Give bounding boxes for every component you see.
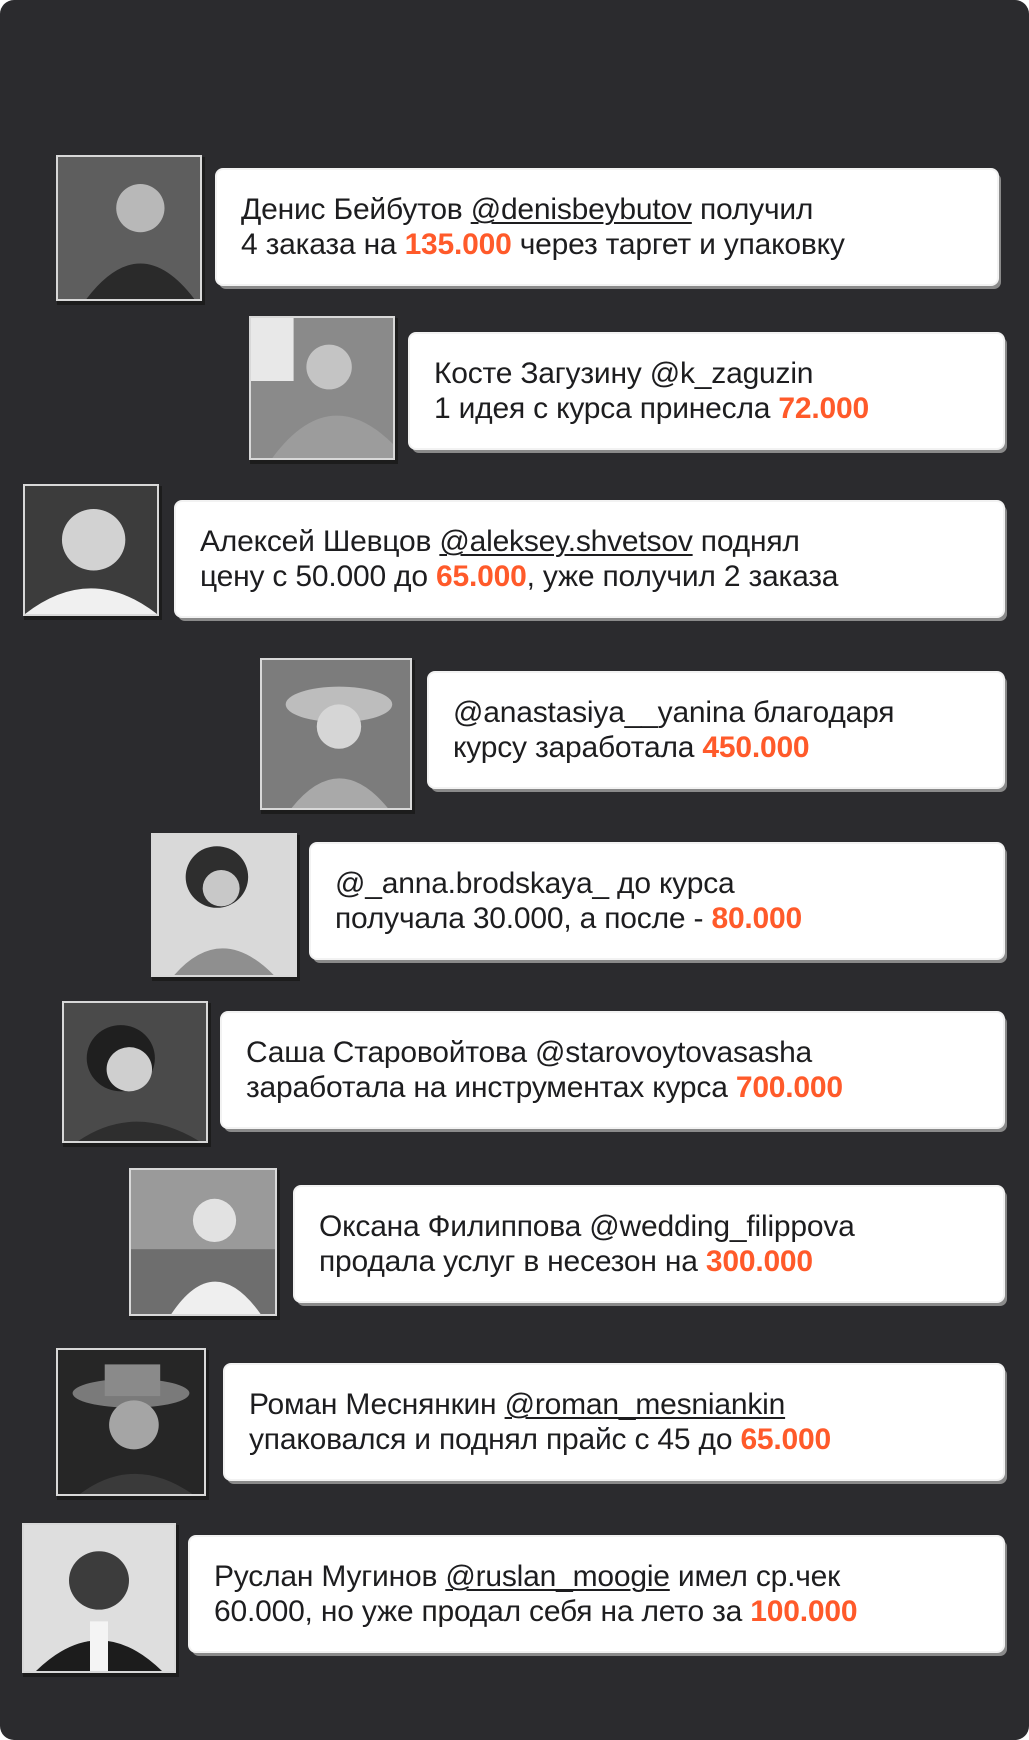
instagram-handle-link[interactable]: @denisbeybutov xyxy=(471,193,692,226)
instagram-handle-link[interactable]: @ruslan_moogie xyxy=(445,1560,670,1593)
portrait-photo xyxy=(58,1350,204,1494)
testimonial-text: Роман Меснянкин @roman_mesniankin упаков… xyxy=(249,1388,831,1456)
testimonial-text: Оксана Филиппова @wedding_filippova прод… xyxy=(319,1210,855,1278)
portrait-photo xyxy=(64,1003,206,1141)
portrait-photo xyxy=(58,157,200,299)
testimonial-text: @_anna.brodskaya_ до курса получала 30.0… xyxy=(335,867,803,935)
earnings-amount: 300.000 xyxy=(705,1245,813,1278)
earnings-amount: 80.000 xyxy=(711,902,803,935)
testimonial-text: Руслан Мугинов @ruslan_moogie имел ср.че… xyxy=(214,1560,858,1628)
portrait-photo xyxy=(131,1170,275,1314)
instagram-handle-link[interactable]: @k_zaguzin xyxy=(650,357,814,390)
portrait-photo xyxy=(25,486,157,614)
instagram-handle-link[interactable]: @starovoytovasasha xyxy=(535,1036,812,1069)
portrait-photo xyxy=(262,660,410,808)
instagram-handle-link[interactable]: @wedding_filippova xyxy=(589,1210,855,1243)
testimonial-card: @anastasiya__yanina благодаря курсу зара… xyxy=(429,673,1003,787)
earnings-amount: 65.000 xyxy=(740,1423,831,1456)
testimonial-card: Руслан Мугинов @ruslan_moogie имел ср.че… xyxy=(190,1537,1003,1651)
instagram-handle-link[interactable]: @anastasiya__yanina xyxy=(453,696,745,729)
testimonial-text: Алексей Шевцов @aleksey.shvetsov поднял … xyxy=(200,525,839,593)
testimonial-text: Саша Старовойтова @starovoytovasasha зар… xyxy=(246,1036,843,1104)
instagram-handle-link[interactable]: @aleksey.shvetsov xyxy=(439,525,692,558)
testimonial-card: Роман Меснянкин @roman_mesniankin упаков… xyxy=(225,1365,1003,1479)
instagram-handle-link[interactable]: @roman_mesniankin xyxy=(505,1388,786,1421)
testimonial-text: Денис Бейбутов @denisbeybutov получил 4 … xyxy=(241,193,845,261)
earnings-amount: 100.000 xyxy=(750,1595,858,1628)
testimonial-card: @_anna.brodskaya_ до курса получала 30.0… xyxy=(311,844,1003,958)
portrait-photo xyxy=(24,1525,174,1671)
testimonial-text: Косте Загузину @k_zaguzin 1 идея с курса… xyxy=(434,357,869,425)
testimonial-card: Саша Старовойтова @starovoytovasasha зар… xyxy=(222,1013,1003,1127)
earnings-amount: 700.000 xyxy=(735,1071,843,1104)
testimonial-card: Косте Загузину @k_zaguzin 1 идея с курса… xyxy=(410,334,1003,448)
earnings-amount: 135.000 xyxy=(404,228,512,261)
earnings-amount: 450.000 xyxy=(702,731,810,764)
testimonial-card: Денис Бейбутов @denisbeybutov получил 4 … xyxy=(217,170,997,284)
instagram-handle-link[interactable]: @_anna.brodskaya_ xyxy=(335,867,609,900)
testimonial-text: @anastasiya__yanina благодаря курсу зара… xyxy=(453,696,895,764)
testimonials-panel: Денис Бейбутов @denisbeybutov получил 4 … xyxy=(0,0,1029,1740)
earnings-amount: 72.000 xyxy=(778,392,869,425)
earnings-amount: 65.000 xyxy=(436,560,527,593)
portrait-photo xyxy=(153,835,295,975)
testimonial-card: Оксана Филиппова @wedding_filippova прод… xyxy=(295,1187,1003,1301)
portrait-photo xyxy=(251,318,393,458)
testimonial-card: Алексей Шевцов @aleksey.shvetsov поднял … xyxy=(176,502,1003,616)
